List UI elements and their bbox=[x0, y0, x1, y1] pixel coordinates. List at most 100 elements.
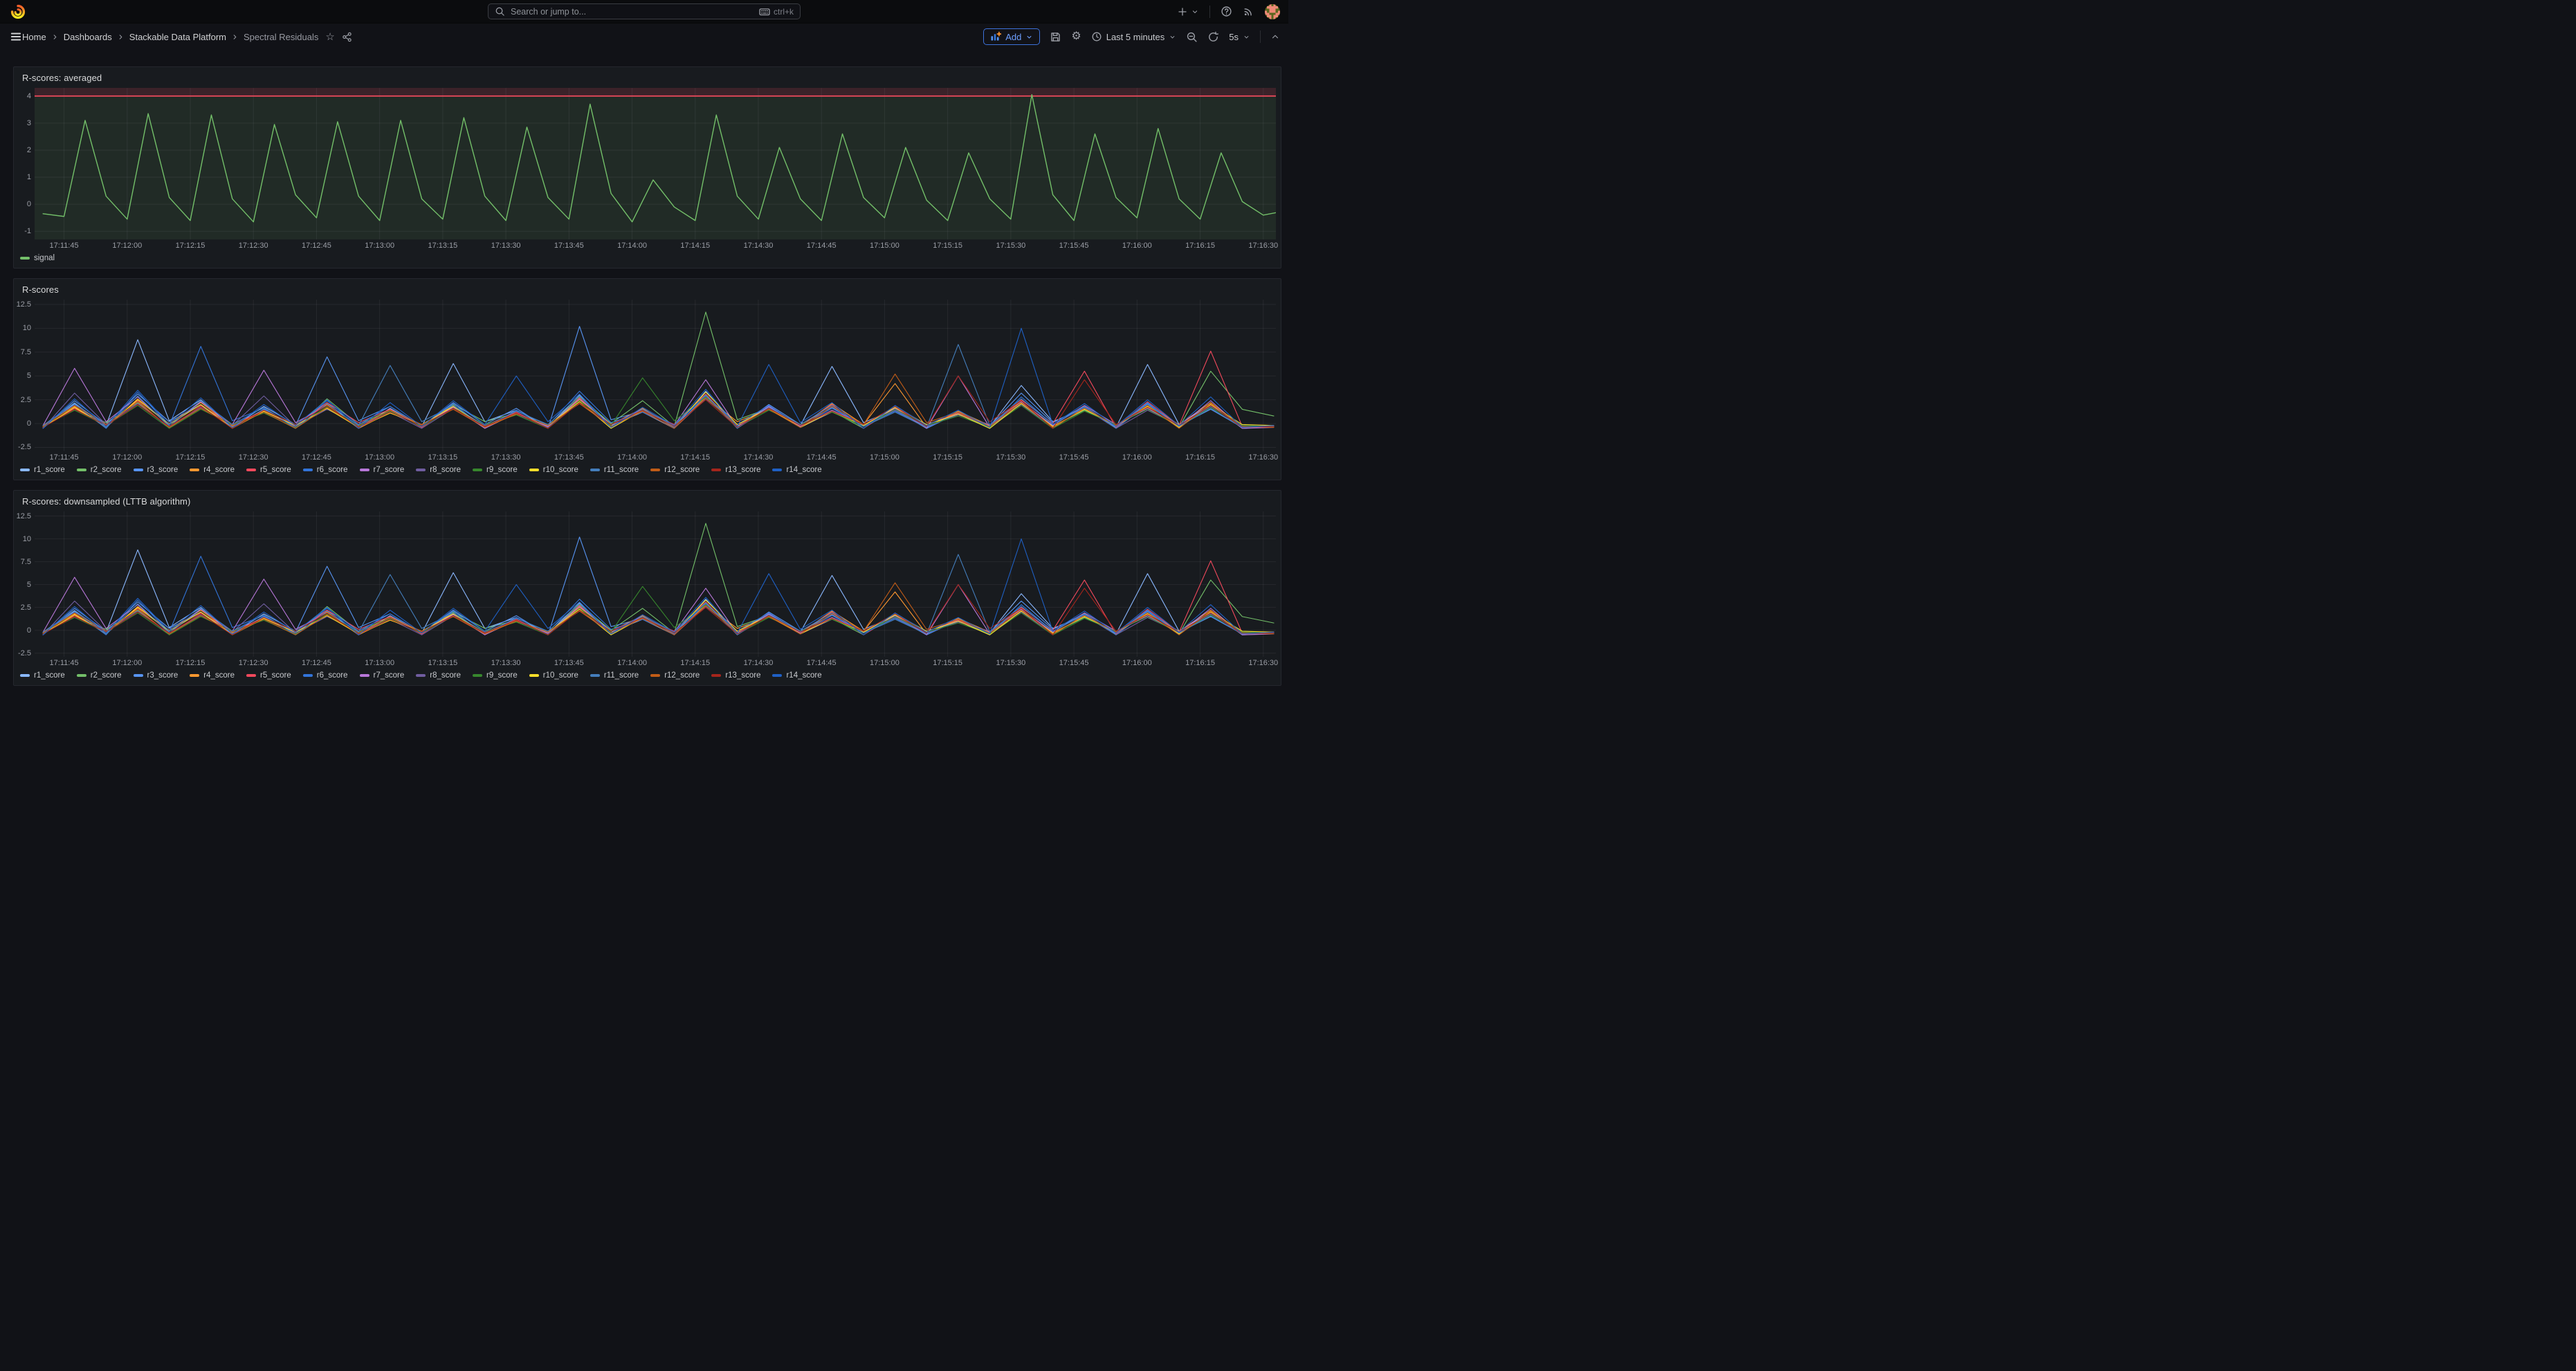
add-panel-button[interactable]: Add bbox=[983, 28, 1040, 45]
legend-item-r4_score[interactable]: r4_score bbox=[190, 671, 235, 680]
legend-label: r6_score bbox=[317, 671, 348, 680]
x-tick-label: 17:12:30 bbox=[239, 242, 268, 250]
y-axis: -101234 bbox=[14, 88, 35, 239]
legend-item-r5_score[interactable]: r5_score bbox=[246, 466, 291, 474]
x-tick-label: 17:13:15 bbox=[428, 453, 457, 462]
legend-item-r10_score[interactable]: r10_score bbox=[529, 671, 578, 680]
panel-header[interactable]: R-scores bbox=[14, 279, 1281, 300]
news-button[interactable] bbox=[1243, 6, 1254, 17]
legend-item-r1_score[interactable]: r1_score bbox=[20, 671, 65, 680]
legend-item-r4_score[interactable]: r4_score bbox=[190, 466, 235, 474]
x-tick-label: 17:12:30 bbox=[239, 659, 268, 667]
y-tick-label: 12.5 bbox=[17, 300, 31, 309]
legend-item-r11_score[interactable]: r11_score bbox=[590, 466, 639, 474]
save-dashboard-button[interactable] bbox=[1050, 31, 1061, 43]
breadcrumb-separator-icon bbox=[117, 33, 125, 41]
keyboard-icon bbox=[759, 6, 770, 17]
breadcrumb-home[interactable]: Home bbox=[22, 32, 46, 42]
legend-item-r2_score[interactable]: r2_score bbox=[77, 671, 122, 680]
x-tick-label: 17:15:15 bbox=[933, 659, 962, 667]
breadcrumb-separator-icon bbox=[231, 33, 239, 41]
refresh-interval-picker[interactable]: 5s bbox=[1229, 32, 1250, 42]
x-tick-label: 17:12:45 bbox=[302, 242, 331, 250]
time-series-chart[interactable]: -2.502.557.51012.5 17:11:4517:12:0017:12… bbox=[14, 300, 1281, 480]
legend-label: r2_score bbox=[91, 466, 122, 474]
x-tick-label: 17:15:15 bbox=[933, 242, 962, 250]
series-r12_score[interactable] bbox=[43, 583, 1274, 635]
favorite-star-button[interactable]: ☆ bbox=[325, 32, 334, 42]
legend-label: r10_score bbox=[543, 671, 578, 680]
legend-label: r9_score bbox=[486, 671, 518, 680]
series-r1_score[interactable] bbox=[43, 340, 1274, 428]
breadcrumb-folder[interactable]: Stackable Data Platform bbox=[129, 32, 226, 42]
y-tick-label: 0 bbox=[27, 200, 31, 208]
panel-header[interactable]: R-scores: averaged bbox=[14, 67, 1281, 88]
help-button[interactable] bbox=[1221, 6, 1232, 17]
share-button[interactable] bbox=[342, 32, 352, 42]
plot-canvas bbox=[35, 88, 1276, 239]
panel-header[interactable]: R-scores: downsampled (LTTB algorithm) bbox=[14, 491, 1281, 511]
x-tick-label: 17:14:45 bbox=[807, 453, 837, 462]
legend-item-r7_score[interactable]: r7_score bbox=[360, 466, 405, 474]
legend-item-r14_score[interactable]: r14_score bbox=[772, 466, 821, 474]
refresh-button[interactable] bbox=[1207, 31, 1219, 43]
legend-label: r11_score bbox=[604, 671, 639, 680]
x-tick-label: 17:15:00 bbox=[870, 453, 899, 462]
grafana-logo[interactable] bbox=[10, 3, 26, 20]
x-tick-label: 17:11:45 bbox=[50, 242, 79, 250]
legend-item-r5_score[interactable]: r5_score bbox=[246, 671, 291, 680]
time-range-picker[interactable]: Last 5 minutes bbox=[1091, 31, 1177, 42]
zoom-out-button[interactable] bbox=[1186, 31, 1198, 43]
new-menu-button[interactable] bbox=[1177, 6, 1199, 17]
time-series-chart[interactable]: -101234 17:11:4517:12:0017:12:1517:12:30… bbox=[14, 88, 1281, 268]
user-avatar-button[interactable] bbox=[1265, 4, 1280, 19]
legend-label: r1_score bbox=[34, 671, 65, 680]
legend-item-r7_score[interactable]: r7_score bbox=[360, 671, 405, 680]
plot-area[interactable] bbox=[35, 88, 1276, 239]
legend-item-r11_score[interactable]: r11_score bbox=[590, 671, 639, 680]
y-tick-label: 5 bbox=[27, 581, 31, 589]
legend-item-r6_score[interactable]: r6_score bbox=[303, 671, 348, 680]
legend-item-r2_score[interactable]: r2_score bbox=[77, 466, 122, 474]
breadcrumb-current: Spectral Residuals bbox=[244, 32, 318, 42]
collapse-nav-button[interactable] bbox=[1270, 32, 1280, 42]
legend-label: r2_score bbox=[91, 671, 122, 680]
plot-area[interactable] bbox=[35, 300, 1276, 451]
x-tick-label: 17:12:15 bbox=[176, 242, 205, 250]
legend-item-r10_score[interactable]: r10_score bbox=[529, 466, 578, 474]
legend-swatch bbox=[134, 674, 143, 677]
legend-item-r8_score[interactable]: r8_score bbox=[416, 671, 461, 680]
legend-item-signal[interactable]: signal bbox=[20, 254, 55, 262]
legend-swatch bbox=[473, 469, 482, 471]
x-tick-label: 17:14:00 bbox=[617, 242, 647, 250]
legend-item-r13_score[interactable]: r13_score bbox=[711, 671, 760, 680]
panel-r-scores: R-scores -2.502.557.51012.5 17:11:4517:1… bbox=[13, 278, 1281, 480]
legend-swatch bbox=[416, 674, 426, 677]
plot-area[interactable] bbox=[35, 511, 1276, 657]
legend-item-r3_score[interactable]: r3_score bbox=[134, 671, 179, 680]
legend-label: r4_score bbox=[203, 466, 235, 474]
legend-item-r9_score[interactable]: r9_score bbox=[473, 671, 518, 680]
legend-item-r13_score[interactable]: r13_score bbox=[711, 466, 760, 474]
legend-label: r13_score bbox=[725, 671, 760, 680]
legend-item-r6_score[interactable]: r6_score bbox=[303, 466, 348, 474]
series-r1_score[interactable] bbox=[43, 550, 1274, 635]
legend-item-r9_score[interactable]: r9_score bbox=[473, 466, 518, 474]
y-tick-label: 2.5 bbox=[21, 396, 31, 404]
legend-item-r3_score[interactable]: r3_score bbox=[134, 466, 179, 474]
time-series-chart[interactable]: -2.502.557.51012.5 17:11:4517:12:0017:12… bbox=[14, 511, 1281, 685]
mega-menu-toggle[interactable] bbox=[10, 30, 22, 43]
breadcrumb-dashboards[interactable]: Dashboards bbox=[64, 32, 112, 42]
x-tick-label: 17:13:30 bbox=[491, 659, 521, 667]
x-tick-label: 17:14:15 bbox=[680, 453, 710, 462]
legend-item-r12_score[interactable]: r12_score bbox=[650, 671, 700, 680]
add-panel-icon bbox=[990, 31, 1001, 42]
legend-item-r12_score[interactable]: r12_score bbox=[650, 466, 700, 474]
dashboard-settings-button[interactable]: ⚙ bbox=[1071, 31, 1081, 42]
x-tick-label: 17:11:45 bbox=[50, 453, 79, 462]
legend-item-r1_score[interactable]: r1_score bbox=[20, 466, 65, 474]
legend-item-r14_score[interactable]: r14_score bbox=[772, 671, 821, 680]
y-tick-label: 2 bbox=[27, 146, 31, 154]
search-input[interactable]: Search or jump to... ctrl+k bbox=[488, 3, 801, 19]
legend-item-r8_score[interactable]: r8_score bbox=[416, 466, 461, 474]
